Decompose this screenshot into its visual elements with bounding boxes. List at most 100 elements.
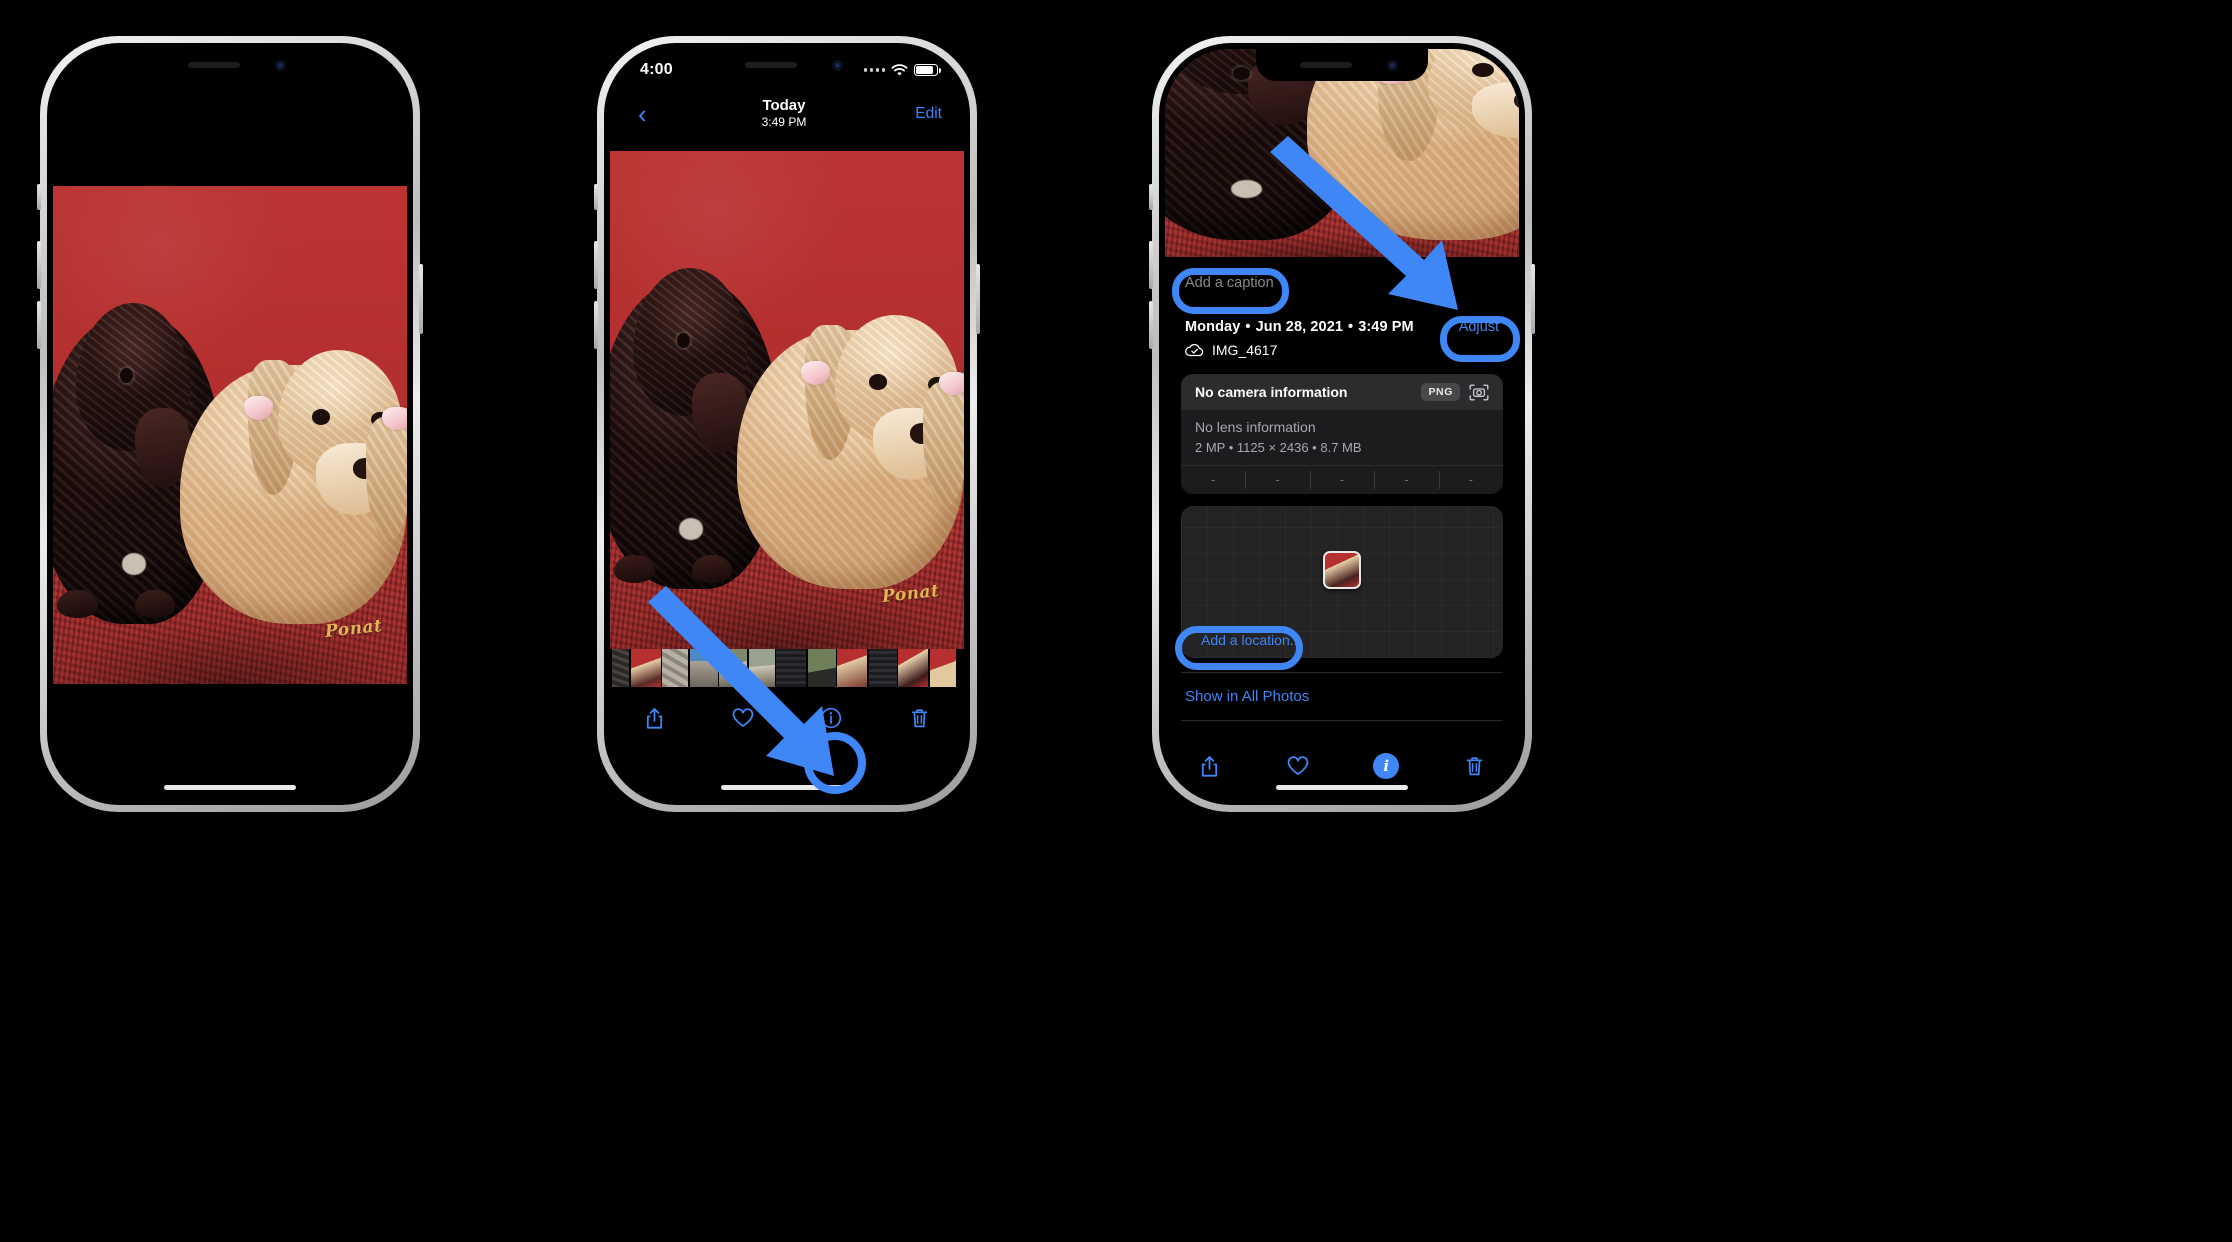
info-icon-active[interactable]: i: [1371, 751, 1401, 781]
filmstrip-thumbnail[interactable]: [807, 649, 836, 687]
home-indicator[interactable]: [721, 785, 853, 790]
camera-card-header: No camera information PNG: [1181, 374, 1503, 410]
metadata-date-row: Monday • Jun 28, 2021 • 3:49 PM Adjust: [1185, 319, 1499, 335]
volume-up-button[interactable]: [1149, 241, 1153, 289]
filmstrip-thumbnail[interactable]: [612, 649, 629, 687]
share-icon[interactable]: [1194, 751, 1224, 781]
exif-values-row: - - - - -: [1181, 465, 1503, 494]
filmstrip-thumbnail[interactable]: [898, 649, 928, 687]
phone-3-frame: Add a caption Monday • Jun 28, 2021 • 3:49 P…: [1149, 36, 1535, 812]
volume-down-button[interactable]: [594, 301, 598, 349]
mute-switch[interactable]: [37, 184, 41, 210]
camera-viewfinder-icon: [1469, 384, 1489, 400]
black-dog-chest-blaze: [1230, 180, 1263, 199]
exif-cell: -: [1309, 471, 1374, 489]
filmstrip-thumbnail[interactable]: [868, 649, 897, 687]
trash-icon[interactable]: [905, 703, 935, 733]
time: 3:49 PM: [1358, 319, 1414, 335]
trash-icon[interactable]: [1460, 751, 1490, 781]
front-camera-icon: [1387, 60, 1398, 71]
photo-filmstrip[interactable]: [610, 649, 964, 687]
status-indicators: [863, 63, 941, 77]
adjust-button[interactable]: Adjust: [1459, 319, 1499, 335]
volume-up-button[interactable]: [594, 241, 598, 289]
icloud-check-icon: [1185, 343, 1204, 357]
pink-bow: [939, 371, 964, 395]
photo-info-panel: Add a caption Monday • Jun 28, 2021 • 3:49 P…: [1165, 257, 1519, 799]
buff-dog-eye: [868, 374, 887, 390]
separator-dot: •: [1245, 319, 1251, 335]
image-specs: 2 MP • 1125 × 2436 • 8.7 MB: [1195, 440, 1362, 455]
buff-cocker-spaniel: [737, 314, 964, 590]
photo-map-pin[interactable]: [1323, 550, 1361, 589]
pink-bow: [382, 406, 407, 430]
filmstrip-thumbnail[interactable]: [689, 649, 718, 687]
power-button[interactable]: [976, 264, 980, 334]
exif-cell: -: [1374, 471, 1438, 489]
screenshot-root: Ponat 4:00 ‹ Today 3:49 PM Edit Ponat Ad…: [0, 0, 2232, 1242]
caption-field[interactable]: Add a caption: [1165, 257, 1519, 309]
earpiece-speaker-icon: [1300, 62, 1352, 68]
photo-metadata: Monday • Jun 28, 2021 • 3:49 PM Adjust IMG_4…: [1165, 309, 1519, 366]
phone-3-screen: Add a caption Monday • Jun 28, 2021 • 3:49 P…: [1165, 49, 1519, 799]
filmstrip-thumbnail[interactable]: [929, 649, 956, 687]
filmstrip-thumbnail[interactable]: [719, 649, 747, 687]
filename-text: IMG_4617: [1212, 342, 1278, 358]
power-button[interactable]: [1531, 264, 1535, 334]
photo-fullscreen[interactable]: Ponat: [53, 186, 407, 684]
black-dog-eye: [676, 332, 690, 349]
camera-card-badges: PNG: [1421, 383, 1489, 401]
heart-icon[interactable]: [1283, 751, 1313, 781]
phone-1-bezel: Ponat: [47, 43, 413, 805]
caption-placeholder: Add a caption: [1185, 275, 1274, 291]
date-text: Monday • Jun 28, 2021 • 3:49 PM: [1185, 319, 1414, 335]
divider: [1181, 720, 1503, 721]
phone-2-frame: 4:00 ‹ Today 3:49 PM Edit Ponat: [594, 36, 980, 812]
signal-dots-icon: [863, 68, 885, 72]
phone-2-bezel: 4:00 ‹ Today 3:49 PM Edit Ponat: [604, 43, 970, 805]
heart-icon[interactable]: [728, 703, 758, 733]
front-camera-icon: [275, 60, 286, 71]
buff-dog-ear: [366, 417, 407, 542]
weekday: Monday: [1185, 319, 1241, 335]
home-indicator[interactable]: [164, 785, 296, 790]
camera-info-title: No camera information: [1195, 384, 1348, 400]
mute-switch[interactable]: [594, 184, 598, 210]
black-dog-chest-blaze: [121, 553, 146, 575]
share-icon[interactable]: [639, 703, 669, 733]
back-button[interactable]: ‹: [632, 99, 653, 129]
photo-viewer[interactable]: Ponat: [610, 151, 964, 649]
location-map[interactable]: Add a location...: [1181, 506, 1503, 658]
volume-down-button[interactable]: [1149, 301, 1153, 349]
add-location-button[interactable]: Add a location...: [1181, 632, 1321, 648]
volume-down-button[interactable]: [37, 301, 41, 349]
phone-1-frame: Ponat: [37, 36, 423, 812]
phone-1-screen: Ponat: [53, 49, 407, 799]
buff-cocker-spaniel: [180, 349, 407, 625]
filmstrip-thumbnail[interactable]: [776, 649, 806, 687]
phone-2-screen: 4:00 ‹ Today 3:49 PM Edit Ponat: [610, 49, 964, 799]
edit-button[interactable]: Edit: [915, 105, 942, 123]
black-dog-paw: [134, 590, 176, 619]
black-dog-paw: [614, 555, 655, 584]
show-in-all-photos-button[interactable]: Show in All Photos: [1165, 673, 1519, 720]
exif-cell: -: [1438, 471, 1503, 489]
info-icon[interactable]: [816, 703, 846, 733]
volume-up-button[interactable]: [37, 241, 41, 289]
filmstrip-thumbnail[interactable]: [630, 649, 661, 687]
filmstrip-thumbnail[interactable]: [662, 649, 688, 687]
filmstrip-thumbnail[interactable]: [837, 649, 867, 687]
home-indicator[interactable]: [1276, 785, 1408, 790]
status-bar: 4:00: [610, 49, 964, 83]
exif-cell: -: [1211, 473, 1216, 487]
power-button[interactable]: [419, 264, 423, 334]
page-title: Today: [762, 97, 806, 115]
lens-info: No lens information: [1195, 419, 1316, 435]
notch: [144, 49, 316, 81]
info-icon-glyph: i: [1373, 753, 1400, 779]
nav-title-group: Today 3:49 PM: [653, 97, 916, 131]
mute-switch[interactable]: [1149, 184, 1153, 210]
wifi-icon: [891, 63, 908, 76]
buff-dog-ear: [923, 382, 964, 507]
filmstrip-thumbnail[interactable]: [748, 649, 775, 687]
